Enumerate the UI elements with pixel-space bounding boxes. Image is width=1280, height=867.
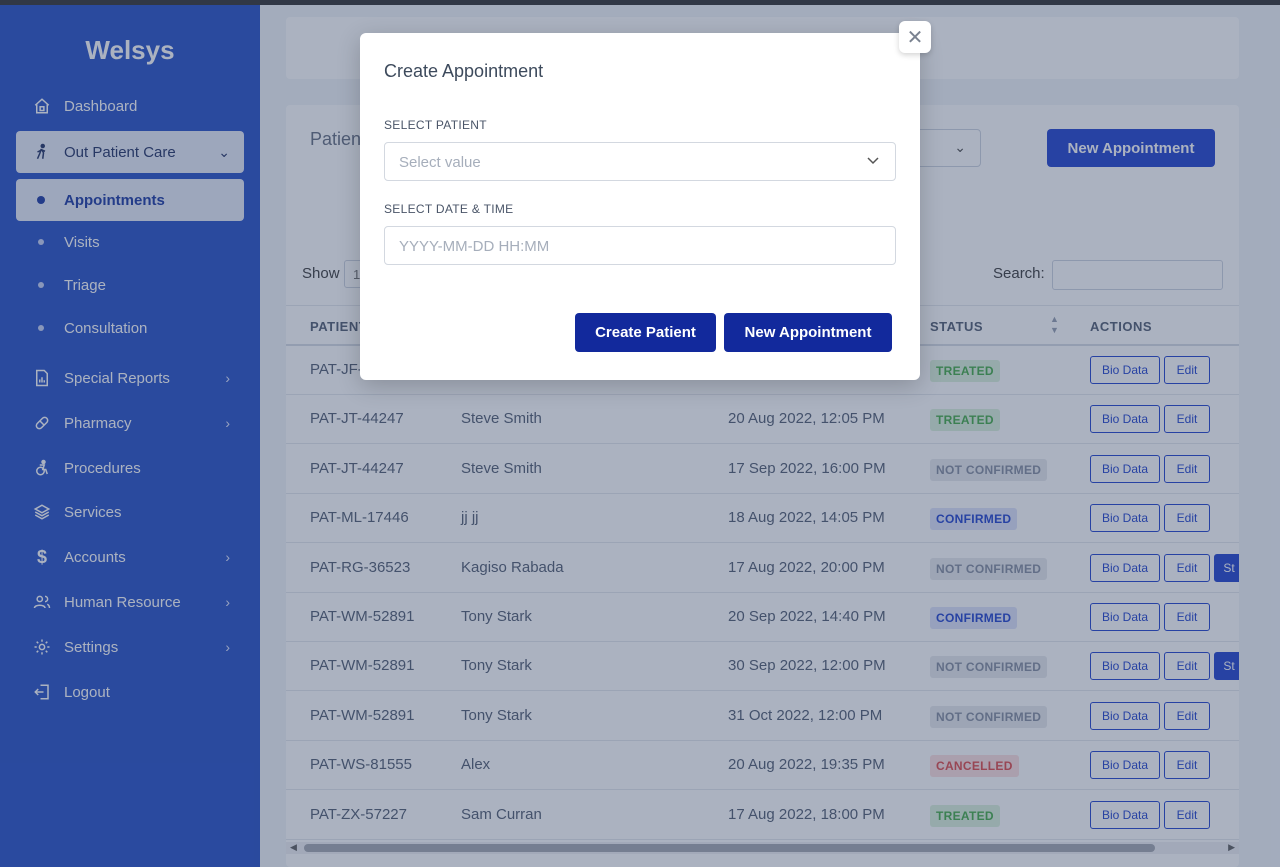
modal-new-appointment-button[interactable]: New Appointment	[724, 313, 892, 352]
close-icon[interactable]: ✕	[899, 21, 931, 53]
datetime-input[interactable]: YYYY-MM-DD HH:MM	[384, 226, 896, 265]
patient-label: SELECT PATIENT	[384, 118, 487, 132]
patient-placeholder: Select value	[399, 154, 481, 171]
chevron-down-icon	[867, 154, 879, 168]
datetime-placeholder: YYYY-MM-DD HH:MM	[399, 238, 550, 255]
patient-select[interactable]: Select value	[384, 142, 896, 181]
datetime-label: SELECT DATE & TIME	[384, 202, 514, 216]
create-appointment-modal: Create Appointment ✕ SELECT PATIENT Sele…	[360, 21, 931, 380]
create-patient-button[interactable]: Create Patient	[575, 313, 716, 352]
modal-title: Create Appointment	[384, 61, 544, 81]
